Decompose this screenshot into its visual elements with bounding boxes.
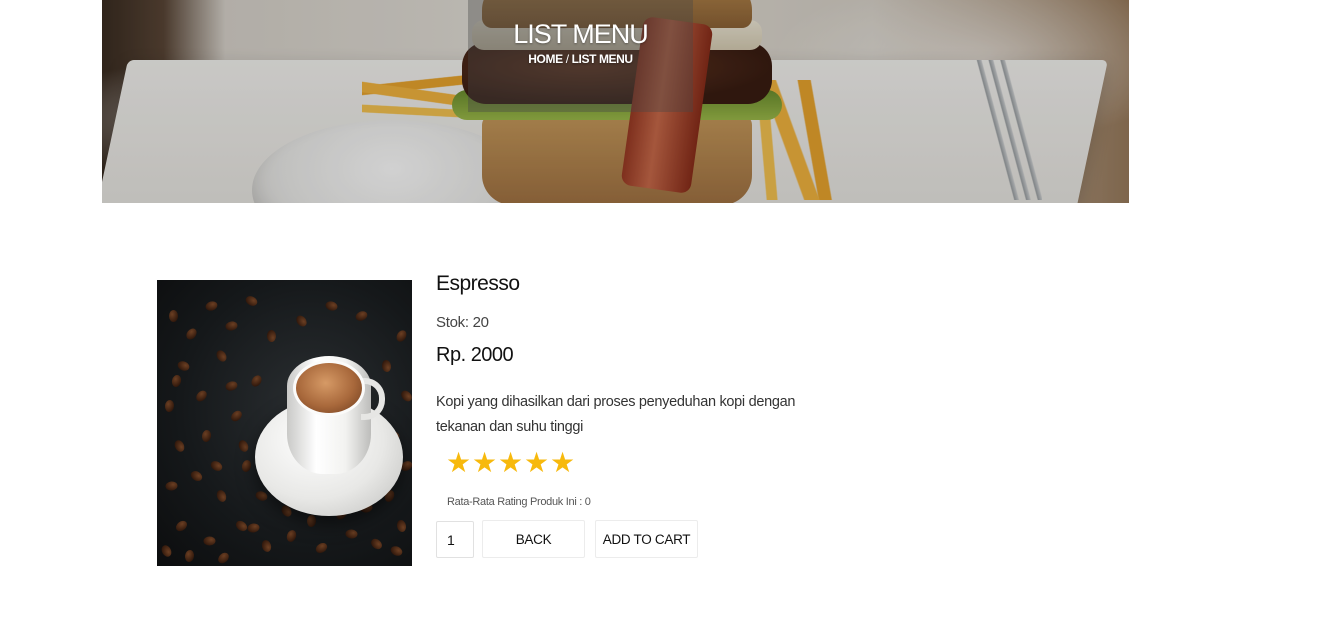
hero-banner: LIST MENU HOME / LIST MENU <box>102 0 1129 203</box>
price-currency: Rp. <box>436 344 466 366</box>
star-icon[interactable]: ★ <box>472 449 497 477</box>
star-icon[interactable]: ★ <box>550 449 575 477</box>
price-value: 2000 <box>470 344 514 366</box>
breadcrumb-home-link[interactable]: HOME <box>528 52 563 66</box>
breadcrumb-current: LIST MENU <box>571 52 633 66</box>
breadcrumb-separator: / <box>565 52 569 66</box>
stock-label: Stok: <box>436 314 469 331</box>
quantity-input[interactable] <box>436 521 474 558</box>
star-icon[interactable]: ★ <box>524 449 549 477</box>
average-rating-value: 0 <box>584 496 591 508</box>
average-rating-label: Rata-Rata Rating Produk Ini : <box>447 496 582 508</box>
star-icon[interactable]: ★ <box>498 449 523 477</box>
star-icon[interactable]: ★ <box>446 449 471 477</box>
add-to-cart-button[interactable]: ADD TO CART <box>595 520 698 558</box>
stock-value: 20 <box>472 314 489 331</box>
breadcrumb: HOME / LIST MENU <box>468 52 693 66</box>
hero-title-box: LIST MENU HOME / LIST MENU <box>468 0 693 112</box>
rating-stars[interactable]: ★ ★ ★ ★ ★ <box>446 449 575 477</box>
product-price: Rp. 2000 <box>436 344 514 367</box>
product-description: Kopi yang dihasilkan dari proses penyedu… <box>436 394 796 435</box>
average-rating: Rata-Rata Rating Produk Ini :0 <box>447 496 591 508</box>
product-stock: Stok: 20 <box>436 314 489 331</box>
back-button[interactable]: BACK <box>482 520 585 558</box>
product-image <box>157 280 412 566</box>
product-name: Espresso <box>436 272 520 295</box>
page-title: LIST MENU <box>513 19 649 49</box>
